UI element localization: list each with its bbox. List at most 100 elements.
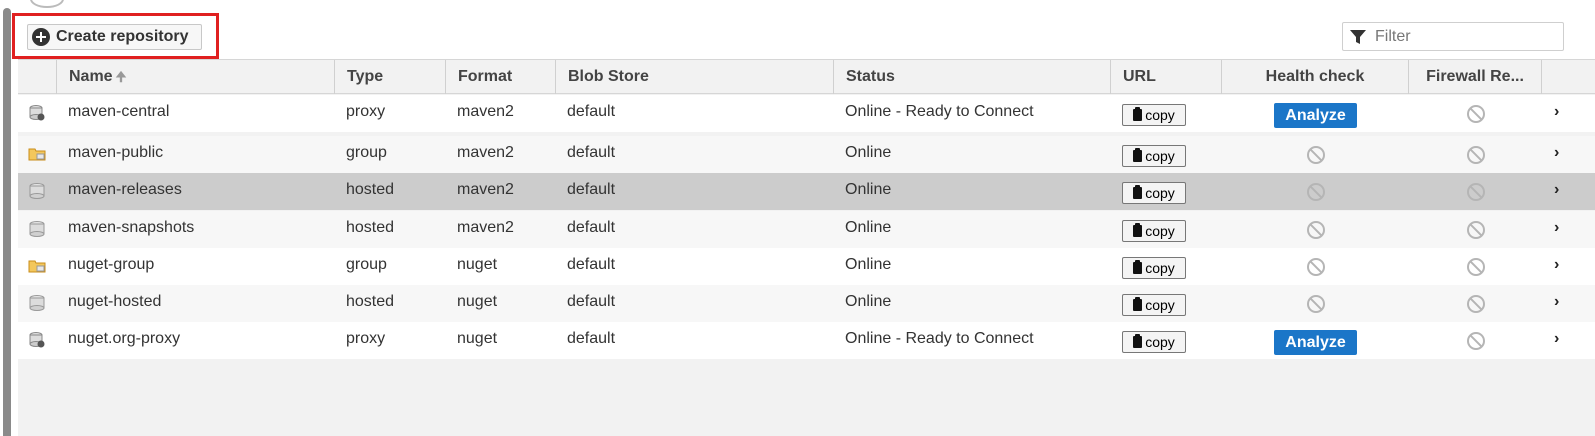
table-row[interactable]: nuget-hosted hosted nuget default Online copy… <box>18 285 1595 322</box>
column-header-url[interactable]: URL <box>1110 60 1221 94</box>
column-header-health-check[interactable]: Health check <box>1221 60 1408 94</box>
chevron-right-icon[interactable]: › <box>1554 211 1559 245</box>
copy-url-button[interactable]: copy <box>1122 257 1186 279</box>
repo-status: Online <box>845 256 892 273</box>
repo-type: hosted <box>346 293 395 310</box>
analyze-button[interactable]: Analyze <box>1274 330 1357 355</box>
repo-blob-store: default <box>567 330 616 347</box>
clipboard-icon <box>1133 148 1143 162</box>
clipboard-icon <box>1133 185 1143 199</box>
not-available-icon <box>1467 105 1485 123</box>
database-icon <box>30 0 64 8</box>
repo-blob-store: default <box>567 144 616 161</box>
repo-type: proxy <box>346 330 386 347</box>
copy-url-button[interactable]: copy <box>1122 294 1186 316</box>
repo-status: Online - Ready to Connect <box>845 103 1034 120</box>
column-header-type-label: Type <box>347 68 384 85</box>
not-available-icon <box>1467 221 1485 239</box>
column-header-extra <box>1541 60 1595 94</box>
repo-status: Online <box>845 219 892 236</box>
not-available-icon <box>1467 258 1485 276</box>
copy-url-button[interactable]: copy <box>1122 182 1186 204</box>
chevron-right-icon[interactable]: › <box>1554 136 1559 170</box>
chevron-right-icon[interactable]: › <box>1554 248 1559 282</box>
table-row[interactable]: maven-public group maven2 default Online copy… <box>18 136 1595 173</box>
repo-blob-store: default <box>567 256 616 273</box>
not-available-icon <box>1467 183 1485 201</box>
repo-name: maven-public <box>68 144 164 161</box>
repo-format: maven2 <box>457 144 514 161</box>
chevron-right-icon[interactable]: › <box>1554 173 1559 207</box>
column-header-health-check-label: Health check <box>1265 68 1365 85</box>
filter-box[interactable] <box>1342 22 1564 51</box>
repo-format: nuget <box>457 330 498 347</box>
repo-type: group <box>346 256 387 273</box>
copy-url-button[interactable]: copy <box>1122 220 1186 242</box>
plus-circle-icon <box>32 28 50 46</box>
chevron-right-icon[interactable]: › <box>1554 285 1559 319</box>
repo-status: Online <box>845 181 892 198</box>
column-header-firewall[interactable]: Firewall Re... <box>1408 60 1541 94</box>
copy-label: copy <box>1145 260 1175 276</box>
copy-url-button[interactable]: copy <box>1122 104 1186 126</box>
repo-status: Online <box>845 293 892 310</box>
copy-label: copy <box>1145 107 1175 123</box>
table-row[interactable]: nuget-group group nuget default Online copy › <box>18 248 1595 285</box>
column-header-type[interactable]: Type <box>334 60 445 94</box>
table-row[interactable]: maven-snapshots hosted maven2 default Online… <box>18 211 1595 248</box>
repo-blob-store: default <box>567 181 616 198</box>
column-header-firewall-label: Firewall Re... <box>1426 68 1524 85</box>
clipboard-icon <box>1133 223 1143 237</box>
repo-name: nuget.org-proxy <box>68 330 181 347</box>
sort-ascending-icon: 🠉 <box>115 69 127 84</box>
copy-url-button[interactable]: copy <box>1122 331 1186 353</box>
repo-name: maven-central <box>68 103 170 120</box>
column-header-status-label: Status <box>846 68 895 85</box>
repo-blob-store: default <box>567 103 616 120</box>
left-scroll-rail <box>3 8 11 436</box>
not-available-icon <box>1307 295 1325 313</box>
filter-icon <box>1350 29 1366 44</box>
repo-format: maven2 <box>457 103 514 120</box>
analyze-button[interactable]: Analyze <box>1274 103 1357 128</box>
not-available-icon <box>1307 221 1325 239</box>
column-header-format[interactable]: Format <box>445 60 555 94</box>
not-available-icon <box>1307 183 1325 201</box>
copy-label: copy <box>1145 334 1175 350</box>
not-available-icon <box>1467 332 1485 350</box>
grid-header: Name 🠉 Type Format Blob Store Status URL … <box>18 59 1595 94</box>
column-header-name[interactable]: Name 🠉 <box>56 60 334 94</box>
column-header-blob-store[interactable]: Blob Store <box>555 60 833 94</box>
repo-type: hosted <box>346 181 395 198</box>
repository-grid: Name 🠉 Type Format Blob Store Status URL … <box>18 59 1595 436</box>
table-row[interactable]: nuget.org-proxy proxy nuget default Online -… <box>18 322 1595 359</box>
not-available-icon <box>1467 146 1485 164</box>
clipboard-icon <box>1133 297 1143 311</box>
copy-label: copy <box>1145 297 1175 313</box>
repo-type: proxy <box>346 103 386 120</box>
not-available-icon <box>1467 295 1485 313</box>
chevron-right-icon[interactable]: › <box>1554 95 1559 129</box>
create-repository-label: Create repository <box>56 28 189 45</box>
create-repository-button[interactable]: Create repository <box>27 24 202 50</box>
copy-label: copy <box>1145 223 1175 239</box>
column-header-url-label: URL <box>1123 68 1156 85</box>
filter-input[interactable] <box>1373 26 1557 47</box>
repo-format: nuget <box>457 256 498 273</box>
repo-name: nuget-group <box>68 256 155 273</box>
not-available-icon <box>1307 146 1325 164</box>
copy-url-button[interactable]: copy <box>1122 145 1186 167</box>
table-row[interactable]: maven-releases hosted maven2 default Online c… <box>18 173 1595 210</box>
table-row[interactable]: maven-central proxy maven2 default Online - … <box>18 95 1595 132</box>
chevron-right-icon[interactable]: › <box>1554 322 1559 356</box>
repo-name: maven-snapshots <box>68 219 195 236</box>
not-available-icon <box>1307 258 1325 276</box>
column-header-blob-store-label: Blob Store <box>568 68 649 85</box>
repo-blob-store: default <box>567 219 616 236</box>
repo-status: Online <box>845 144 892 161</box>
column-header-status[interactable]: Status <box>833 60 1110 94</box>
repo-name: nuget-hosted <box>68 293 162 310</box>
clipboard-icon <box>1133 334 1143 348</box>
repo-status: Online - Ready to Connect <box>845 330 1034 347</box>
repo-blob-store: default <box>567 293 616 310</box>
